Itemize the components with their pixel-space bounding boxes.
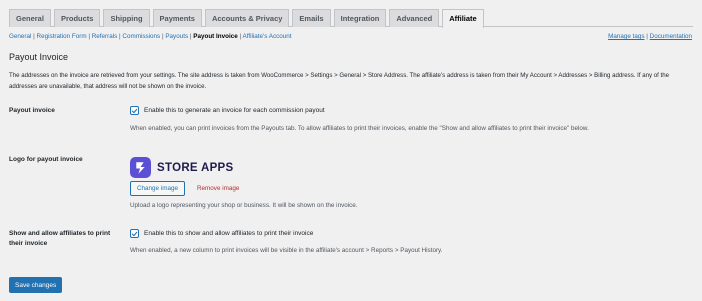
tab-general[interactable]: General: [9, 9, 51, 27]
logo-help: Upload a logo representing your shop or …: [130, 202, 358, 209]
subnav-payouts[interactable]: Payouts: [165, 33, 188, 40]
show-allow-checkbox[interactable]: [130, 229, 139, 238]
tab-emails[interactable]: Emails: [292, 9, 331, 27]
store-logo: STORE APPS: [130, 157, 234, 178]
tab-affiliate[interactable]: Affiliate: [442, 9, 484, 28]
payout-invoice-label: Payout invoice: [9, 107, 55, 114]
documentation-link[interactable]: Documentation: [650, 33, 692, 40]
checkmark-icon: [131, 231, 138, 236]
tab-shipping[interactable]: Shipping: [103, 9, 150, 27]
logo-label: Logo for payout invoice: [9, 156, 83, 163]
subnav-general[interactable]: General: [9, 33, 31, 40]
payout-invoice-option: Enable this to generate an invoice for e…: [130, 106, 325, 115]
save-button[interactable]: Save changes: [9, 277, 63, 293]
subnav-commissions[interactable]: Commissions: [122, 33, 160, 40]
show-allow-label: Show and allow affiliates to print their…: [9, 230, 111, 247]
payout-invoice-checkbox[interactable]: [130, 106, 139, 115]
section-description: The addresses on the invoice are retriev…: [9, 72, 670, 90]
section-title: Payout Invoice: [9, 52, 69, 62]
tab-payments[interactable]: Payments: [152, 9, 202, 27]
subnav-payout-invoice: Payout Invoice: [193, 33, 238, 40]
tab-integration[interactable]: Integration: [333, 9, 387, 27]
tab-accounts-privacy[interactable]: Accounts & Privacy: [204, 9, 290, 27]
payout-invoice-checkbox-label[interactable]: Enable this to generate an invoice for e…: [144, 107, 325, 114]
checkmark-icon: [131, 108, 138, 113]
subnav: General | Registration Form | Referrals …: [9, 33, 292, 40]
show-allow-checkbox-label[interactable]: Enable this to show and allow affiliates…: [144, 230, 313, 237]
subnav-referrals[interactable]: Referrals: [92, 33, 118, 40]
tab-advanced[interactable]: Advanced: [389, 9, 440, 27]
tab-products[interactable]: Products: [53, 9, 101, 27]
remove-image-link[interactable]: Remove image: [197, 185, 239, 192]
store-apps-logo-icon: [130, 157, 151, 178]
payout-invoice-help: When enabled, you can print invoices fro…: [130, 125, 589, 132]
settings-tabs: General Products Shipping Payments Accou…: [9, 9, 693, 28]
subnav-affiliates-account[interactable]: Affiliate's Account: [243, 33, 292, 40]
help-links: Manage tags | Documentation: [608, 33, 692, 40]
store-logo-text: STORE APPS: [157, 161, 234, 174]
manage-tags-link[interactable]: Manage tags: [608, 33, 644, 40]
subnav-registration-form[interactable]: Registration Form: [37, 33, 87, 40]
show-allow-help: When enabled, a new column to print invo…: [130, 247, 443, 254]
change-image-button[interactable]: Change image: [130, 181, 185, 196]
show-allow-option: Enable this to show and allow affiliates…: [130, 229, 313, 238]
